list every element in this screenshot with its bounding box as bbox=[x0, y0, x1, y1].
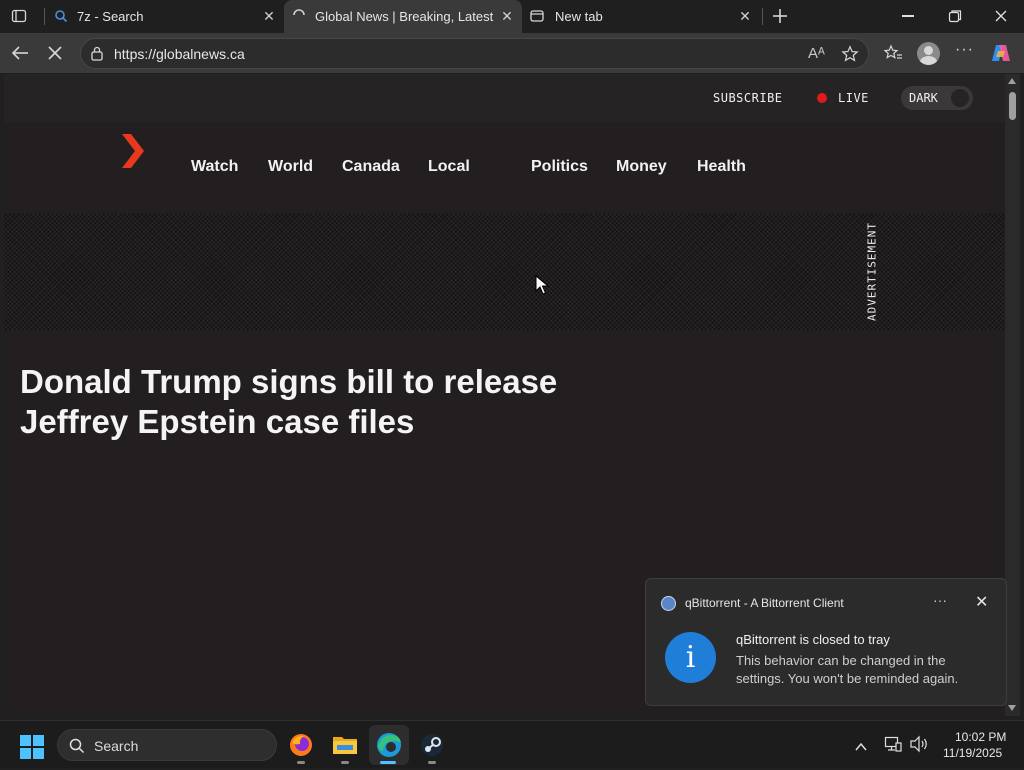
article-headline[interactable]: Donald Trump signs bill to release Jeffr… bbox=[20, 362, 580, 442]
subscribe-link[interactable]: SUBSCRIBE bbox=[713, 91, 783, 105]
file-explorer-icon[interactable] bbox=[331, 731, 359, 759]
tab-title: 7z - Search bbox=[77, 9, 144, 24]
qbittorrent-icon bbox=[661, 596, 676, 611]
notification-title: qBittorrent is closed to tray bbox=[736, 632, 890, 647]
browser-tab-strip: 7z - Search ✕ Global News | Breaking, La… bbox=[0, 0, 1024, 33]
advertisement-label: ADVERTISEMENT bbox=[864, 221, 880, 321]
restore-icon[interactable] bbox=[948, 9, 962, 23]
read-aloud-icon[interactable]: Aᴬ bbox=[808, 45, 825, 62]
nav-money[interactable]: Money bbox=[616, 158, 667, 176]
nav-canada[interactable]: Canada bbox=[342, 158, 400, 176]
nav-politics[interactable]: Politics bbox=[531, 158, 588, 176]
search-icon bbox=[69, 738, 85, 754]
network-icon[interactable] bbox=[884, 735, 902, 753]
search-icon bbox=[54, 9, 68, 23]
live-link[interactable]: LIVE bbox=[838, 91, 869, 105]
scroll-thumb[interactable] bbox=[1009, 92, 1016, 120]
toggle-knob bbox=[951, 89, 969, 107]
notification-close-icon[interactable]: ✕ bbox=[975, 592, 988, 612]
steam-icon[interactable] bbox=[418, 731, 446, 759]
nav-watch[interactable]: Watch bbox=[191, 158, 238, 176]
edge-icon[interactable] bbox=[369, 725, 409, 765]
notification-app-name: qBittorrent - A Bittorrent Client bbox=[685, 596, 844, 610]
advertisement-text: ADVERTISEMENT bbox=[865, 221, 879, 322]
taskbar-search[interactable]: Search bbox=[57, 729, 277, 761]
page-scrollbar[interactable] bbox=[1005, 74, 1020, 716]
scroll-up-icon[interactable] bbox=[1008, 78, 1016, 84]
tab-global-news[interactable]: Global News | Breaking, Latest Ne ✕ bbox=[284, 0, 522, 33]
back-arrow-icon[interactable] bbox=[10, 44, 30, 62]
search-label: Search bbox=[94, 738, 139, 754]
tab-new-tab[interactable]: New tab ✕ bbox=[522, 0, 760, 33]
loading-icon bbox=[292, 8, 306, 22]
show-hidden-icons-chevron-icon[interactable] bbox=[855, 739, 867, 751]
nav-health[interactable]: Health bbox=[697, 158, 746, 176]
copilot-icon[interactable] bbox=[990, 43, 1012, 63]
scroll-down-icon[interactable] bbox=[1008, 705, 1016, 711]
new-tab-icon[interactable] bbox=[771, 7, 789, 25]
notification-more-icon[interactable]: ··· bbox=[933, 592, 947, 608]
stop-loading-icon[interactable] bbox=[48, 46, 62, 60]
main-navigation: Watch World Canada Local Politics Money … bbox=[4, 122, 1005, 213]
nav-local[interactable]: Local bbox=[428, 158, 470, 176]
profile-avatar[interactable] bbox=[917, 42, 940, 65]
windows-taskbar: Search 10:02 PM 11/19/2025 bbox=[0, 720, 1024, 768]
lock-icon[interactable] bbox=[90, 46, 104, 61]
firefox-icon[interactable] bbox=[287, 731, 315, 759]
dark-mode-label: DARK bbox=[909, 91, 938, 105]
favorite-star-icon[interactable] bbox=[841, 45, 859, 63]
utility-bar: SUBSCRIBE LIVE DARK bbox=[4, 74, 1005, 122]
close-icon[interactable]: ✕ bbox=[500, 9, 514, 23]
address-bar[interactable]: https://globalnews.ca Aᴬ bbox=[80, 38, 869, 69]
newtab-icon bbox=[530, 9, 544, 23]
notification-toast[interactable]: qBittorrent - A Bittorrent Client ··· ✕ … bbox=[645, 578, 1007, 706]
volume-icon[interactable] bbox=[909, 735, 929, 753]
more-options-icon[interactable]: ··· bbox=[955, 41, 974, 59]
browser-toolbar: https://globalnews.ca Aᴬ ··· bbox=[0, 33, 1024, 73]
close-icon[interactable]: ✕ bbox=[262, 9, 276, 23]
global-news-logo-icon[interactable] bbox=[120, 132, 146, 170]
favorites-icon[interactable] bbox=[883, 44, 903, 62]
tab-title: Global News | Breaking, Latest Ne bbox=[315, 9, 495, 24]
clock-date[interactable]: 11/19/2025 bbox=[943, 746, 1002, 760]
info-icon: i bbox=[665, 632, 716, 683]
tab-title: New tab bbox=[555, 9, 603, 24]
window-close-icon[interactable] bbox=[994, 9, 1008, 23]
close-icon[interactable]: ✕ bbox=[738, 9, 752, 23]
mouse-cursor-icon bbox=[535, 274, 550, 295]
clock-time[interactable]: 10:02 PM bbox=[955, 730, 1006, 744]
nav-world[interactable]: World bbox=[268, 158, 313, 176]
tab-actions-icon[interactable] bbox=[11, 8, 27, 24]
live-dot-icon bbox=[817, 93, 827, 103]
minimize-icon[interactable] bbox=[902, 15, 914, 17]
url-text[interactable]: https://globalnews.ca bbox=[114, 46, 245, 62]
dark-mode-toggle[interactable]: DARK bbox=[901, 86, 973, 110]
windows-start-icon[interactable] bbox=[20, 735, 44, 759]
advertisement-banner[interactable]: ADVERTISEMENT bbox=[4, 213, 1005, 330]
notification-body: This behavior can be changed in the sett… bbox=[736, 653, 959, 686]
tab-7z-search[interactable]: 7z - Search ✕ bbox=[46, 0, 284, 33]
